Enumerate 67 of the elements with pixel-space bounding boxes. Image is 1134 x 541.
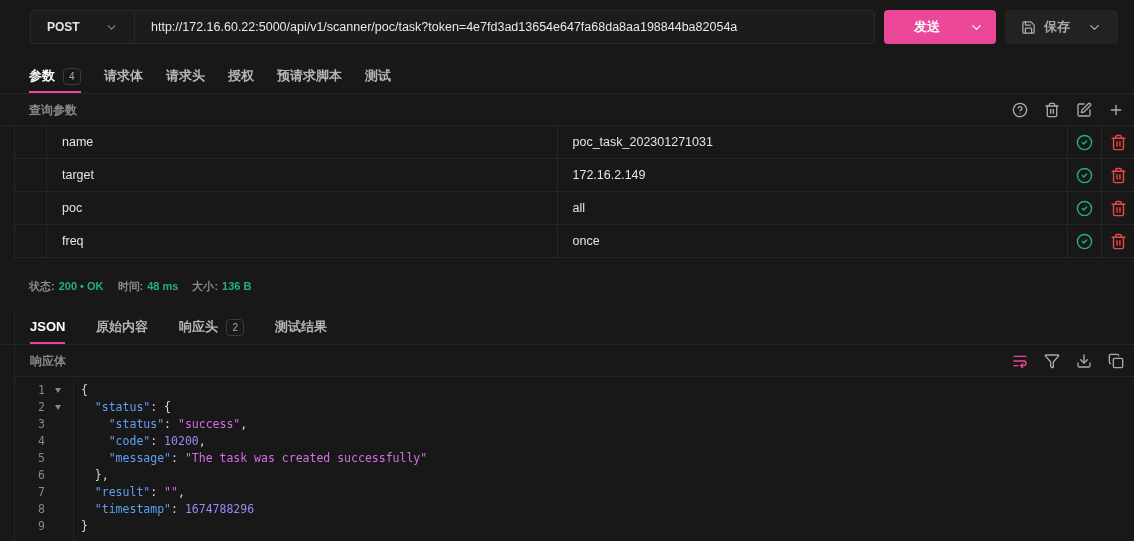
param-value[interactable]: once [557, 225, 1068, 257]
status-label: 大小: [192, 278, 219, 294]
line-number: 1 [37, 382, 45, 399]
line-number: 3 [37, 416, 45, 433]
param-key[interactable]: name [47, 126, 558, 158]
trash-icon[interactable] [1044, 101, 1060, 118]
fold-arrow-icon[interactable] [55, 405, 61, 410]
code-line: "status": "success", [107, 416, 249, 433]
code-line: { [81, 382, 89, 399]
tab[interactable]: 参数 4 [29, 61, 81, 93]
url-field[interactable]: http://172.16.60.22:5000/api/v1/scanner/poc/task?token=4e7fd3ad13654e647fa68da8aa198844ba82054a [135, 10, 875, 44]
code-line: "code": 10200, [107, 433, 207, 450]
check-circle-icon[interactable] [1076, 232, 1093, 250]
trash-icon[interactable] [1109, 199, 1127, 217]
count-badge: 2 [226, 318, 244, 336]
code-line: "message": "The task was created successfully" [107, 450, 428, 467]
send-button[interactable]: 发送 [884, 10, 996, 44]
line-number: 9 [37, 518, 45, 535]
param-value[interactable]: 172.16.2.149 [557, 159, 1068, 191]
line-number: 4 [37, 433, 45, 450]
status-value: 200 • OK [58, 278, 104, 294]
param-value[interactable]: all [557, 192, 1068, 224]
line-number: 6 [37, 467, 45, 484]
trash-icon[interactable] [1109, 232, 1127, 250]
code-line: } [81, 518, 89, 535]
code-line: "result": "", [93, 484, 186, 501]
status-label: 时间: [117, 278, 144, 294]
help-icon[interactable] [1012, 101, 1028, 118]
param-key[interactable]: target [47, 159, 558, 191]
tab[interactable]: 响应头 2 [179, 312, 244, 344]
section-title: 响应体 [30, 352, 66, 370]
tab[interactable]: 预请求脚本 [276, 61, 342, 93]
tab[interactable]: 请求体 [103, 61, 143, 93]
trash-icon[interactable] [1109, 133, 1127, 151]
fold-arrow-icon[interactable] [55, 388, 61, 393]
param-value[interactable]: poc_task_202301271031 [557, 126, 1068, 158]
line-number: 7 [37, 484, 45, 501]
tab[interactable]: JSON [30, 312, 66, 344]
tab[interactable]: 原始内容 [96, 312, 149, 344]
edit-icon[interactable] [1076, 101, 1092, 118]
tab[interactable]: 测试 [364, 61, 391, 93]
status-value: 48 ms [147, 278, 179, 294]
save-button[interactable]: 保存 [1005, 10, 1118, 44]
code-line: "status": { [93, 399, 173, 416]
check-circle-icon[interactable] [1076, 166, 1093, 184]
method-select[interactable]: POST [30, 10, 135, 44]
section-title: 查询参数 [29, 101, 77, 119]
code-line: }, [93, 467, 110, 484]
line-number: 8 [37, 501, 45, 518]
tab[interactable]: 请求头 [165, 61, 205, 93]
param-key[interactable]: poc [47, 192, 558, 224]
trash-icon[interactable] [1109, 166, 1127, 184]
save-icon [1021, 19, 1036, 35]
tab[interactable]: 授权 [227, 61, 254, 93]
count-badge: 4 [63, 67, 81, 85]
line-number: 5 [37, 450, 45, 467]
status-label: 状态: [29, 278, 55, 294]
tab[interactable]: 测试结果 [274, 312, 327, 344]
line-number: 2 [37, 399, 45, 416]
copy-icon[interactable] [1108, 352, 1124, 369]
filter-icon[interactable] [1044, 352, 1060, 369]
download-icon[interactable] [1076, 352, 1092, 369]
code-line: "timestamp": 1674788296 [93, 501, 256, 518]
param-key[interactable]: freq [47, 225, 558, 257]
check-circle-icon[interactable] [1076, 133, 1093, 151]
status-value: 136 B [222, 278, 252, 294]
check-circle-icon[interactable] [1076, 199, 1093, 217]
